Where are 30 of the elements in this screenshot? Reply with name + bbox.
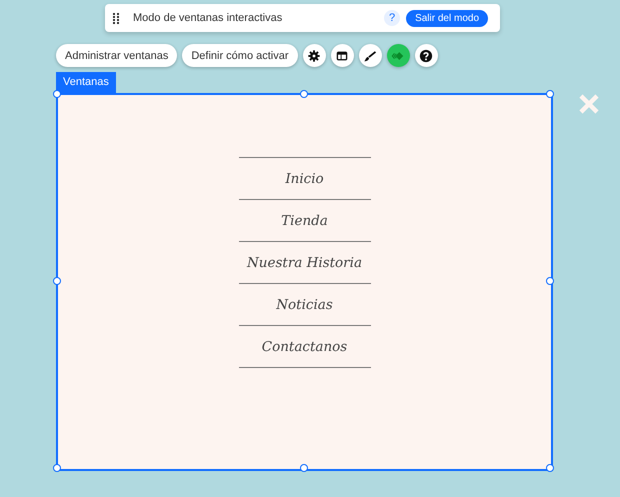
resize-handle[interactable] (300, 90, 308, 98)
menu-item[interactable]: Nuestra Historia (238, 242, 370, 284)
exit-mode-button[interactable]: Salir del modo (406, 10, 488, 26)
help-button[interactable] (414, 44, 438, 67)
brush-icon (363, 48, 378, 62)
toolbar-button[interactable]: Administrar ventanas (56, 44, 178, 67)
resize-handle[interactable] (53, 464, 61, 472)
animation-button[interactable] (386, 44, 410, 67)
toolbar-button[interactable]: Definir cómo activar (182, 44, 298, 67)
layout-icon (335, 48, 350, 62)
resize-handle[interactable] (53, 90, 61, 98)
menu-item[interactable]: Noticias (238, 284, 370, 326)
menu-item[interactable]: Inicio (238, 158, 370, 200)
brush-button[interactable] (358, 44, 382, 67)
help-button[interactable]: ? (384, 10, 400, 26)
settings-icon (307, 48, 322, 62)
lightbox-frame[interactable]: Inicio Tienda Nuestra Historia Noticias Contactanos (56, 93, 553, 471)
menu-item[interactable]: Tienda (238, 200, 370, 242)
help-icon (419, 48, 434, 62)
resize-handle[interactable] (546, 464, 554, 472)
drag-handle-icon[interactable] (113, 12, 119, 24)
mode-title: Modo de ventanas interactivas (133, 12, 284, 24)
resize-handle[interactable] (300, 464, 308, 472)
settings-button[interactable] (302, 44, 326, 67)
resize-handle[interactable] (546, 277, 554, 285)
menu-item[interactable]: Contactanos (238, 326, 370, 368)
layout-button[interactable] (330, 44, 354, 67)
lightbox-tab[interactable]: Ventanas (56, 72, 116, 93)
resize-handle[interactable] (53, 277, 61, 285)
resize-handle[interactable] (546, 90, 554, 98)
